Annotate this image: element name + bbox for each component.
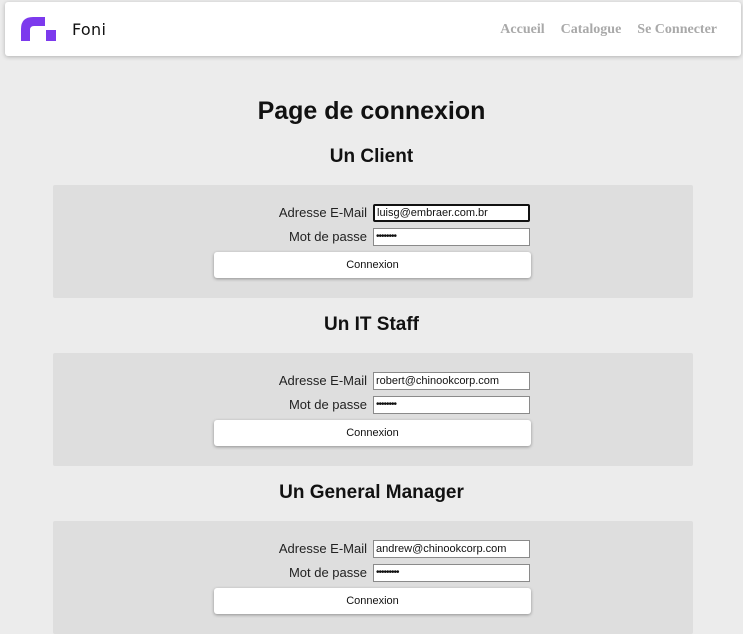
section-title-client: Un Client — [329, 146, 414, 167]
login-form-general-manager: Adresse E-Mail andrew@chinookcorp.com Mo… — [53, 521, 693, 634]
password-label: Mot de passe — [288, 229, 367, 244]
section-title-it-staff: Un IT Staff — [324, 314, 419, 335]
password-field[interactable]: ••••••••• — [373, 564, 530, 582]
connexion-button[interactable]: Connexion — [214, 252, 531, 278]
login-form-it-staff: Adresse E-Mail robert@chinookcorp.com Mo… — [53, 353, 693, 466]
page-title: Page de connexion — [257, 97, 486, 125]
email-row: Adresse E-Mail luisg@embraer.com.br — [53, 204, 693, 222]
login-form-client: Adresse E-Mail luisg@embraer.com.br Mot … — [53, 185, 693, 298]
top-navbar: Foni Accueil Catalogue Se Connecter — [5, 2, 741, 56]
email-field[interactable]: luisg@embraer.com.br — [373, 204, 530, 222]
connexion-button[interactable]: Connexion — [214, 588, 531, 614]
nav-link-se-connecter[interactable]: Se Connecter — [637, 22, 717, 38]
connexion-button[interactable]: Connexion — [214, 420, 531, 446]
email-label: Adresse E-Mail — [278, 373, 367, 388]
nav-link-accueil[interactable]: Accueil — [500, 22, 544, 38]
email-field[interactable]: andrew@chinookcorp.com — [373, 540, 530, 558]
email-field[interactable]: robert@chinookcorp.com — [373, 372, 530, 390]
section-title-general-manager: Un General Manager — [279, 482, 464, 503]
password-label: Mot de passe — [288, 397, 367, 412]
nav-links: Accueil Catalogue Se Connecter — [500, 22, 717, 38]
password-row: Mot de passe •••••••• — [53, 396, 693, 414]
password-field[interactable]: •••••••• — [373, 396, 530, 414]
email-label: Adresse E-Mail — [278, 541, 367, 556]
password-row: Mot de passe ••••••••• — [53, 564, 693, 582]
nav-link-catalogue[interactable]: Catalogue — [561, 22, 622, 38]
email-row: Adresse E-Mail robert@chinookcorp.com — [53, 372, 693, 390]
foni-logo-icon[interactable] — [21, 17, 56, 41]
password-label: Mot de passe — [288, 565, 367, 580]
password-field[interactable]: •••••••• — [373, 228, 530, 246]
brand-name[interactable]: Foni — [72, 20, 106, 39]
email-row: Adresse E-Mail andrew@chinookcorp.com — [53, 540, 693, 558]
email-label: Adresse E-Mail — [278, 205, 367, 220]
password-row: Mot de passe •••••••• — [53, 228, 693, 246]
